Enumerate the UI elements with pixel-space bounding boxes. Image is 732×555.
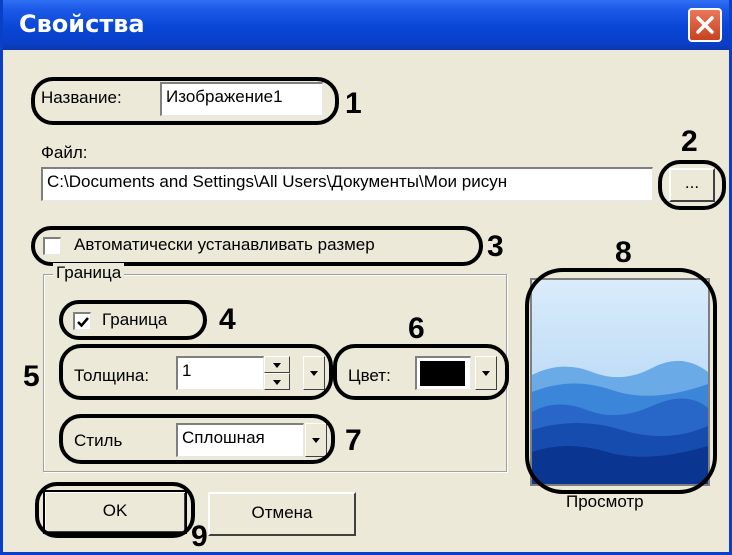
autosize-checkbox[interactable] <box>43 237 61 255</box>
color-label: Цвет: <box>348 366 391 385</box>
callout-7: 7 <box>345 424 362 457</box>
color-dropdown-button[interactable] <box>475 356 497 390</box>
color-picker[interactable] <box>415 356 471 390</box>
spin-down-button[interactable] <box>264 373 290 390</box>
file-label: Файл: <box>41 143 88 162</box>
name-label: Название: <box>41 88 122 107</box>
preview-label: Просмотр <box>566 492 644 511</box>
autosize-label: Автоматически устанавливать размер <box>74 235 375 254</box>
preview-image <box>530 278 710 486</box>
callout-8: 8 <box>615 236 632 269</box>
dialog-title: Свойства <box>19 10 145 38</box>
thickness-label: Толщина: <box>74 366 150 385</box>
callout-5: 5 <box>23 360 40 393</box>
title-bar[interactable]: Свойства <box>3 0 729 50</box>
thickness-input[interactable]: 1 <box>176 356 264 390</box>
callout-3: 3 <box>487 230 504 263</box>
style-select[interactable]: Сплошная <box>176 423 304 457</box>
ok-button[interactable]: OK <box>43 490 187 534</box>
callout-1: 1 <box>345 87 362 120</box>
checkmark-icon <box>77 317 89 328</box>
color-swatch <box>420 361 465 386</box>
callout-4: 4 <box>219 303 236 336</box>
close-icon <box>696 16 714 34</box>
border-checkbox-label: Граница <box>102 310 168 329</box>
style-dropdown-button[interactable] <box>305 423 327 457</box>
browse-button[interactable]: ... <box>669 168 715 202</box>
close-button[interactable] <box>688 8 722 42</box>
cancel-button[interactable]: Отмена <box>208 492 356 536</box>
properties-dialog: Свойства Название: Изображение1 1 Файл: … <box>0 0 732 555</box>
dialog-body: Название: Изображение1 1 Файл: C:\Docume… <box>3 50 729 553</box>
callout-9: 9 <box>191 520 208 553</box>
callout-6: 6 <box>408 312 425 345</box>
mountain-landscape-image <box>532 280 708 484</box>
thickness-dropdown-button[interactable] <box>303 356 325 390</box>
style-label: Стиль <box>74 431 123 450</box>
thickness-spinner[interactable] <box>264 356 290 390</box>
border-checkbox[interactable] <box>73 312 91 330</box>
callout-2: 2 <box>681 125 698 158</box>
name-input[interactable]: Изображение1 <box>160 82 323 116</box>
spin-up-button[interactable] <box>264 356 290 373</box>
border-group-label: Граница <box>53 263 125 283</box>
file-path-input[interactable]: C:\Documents and Settings\All Users\Доку… <box>41 167 653 201</box>
